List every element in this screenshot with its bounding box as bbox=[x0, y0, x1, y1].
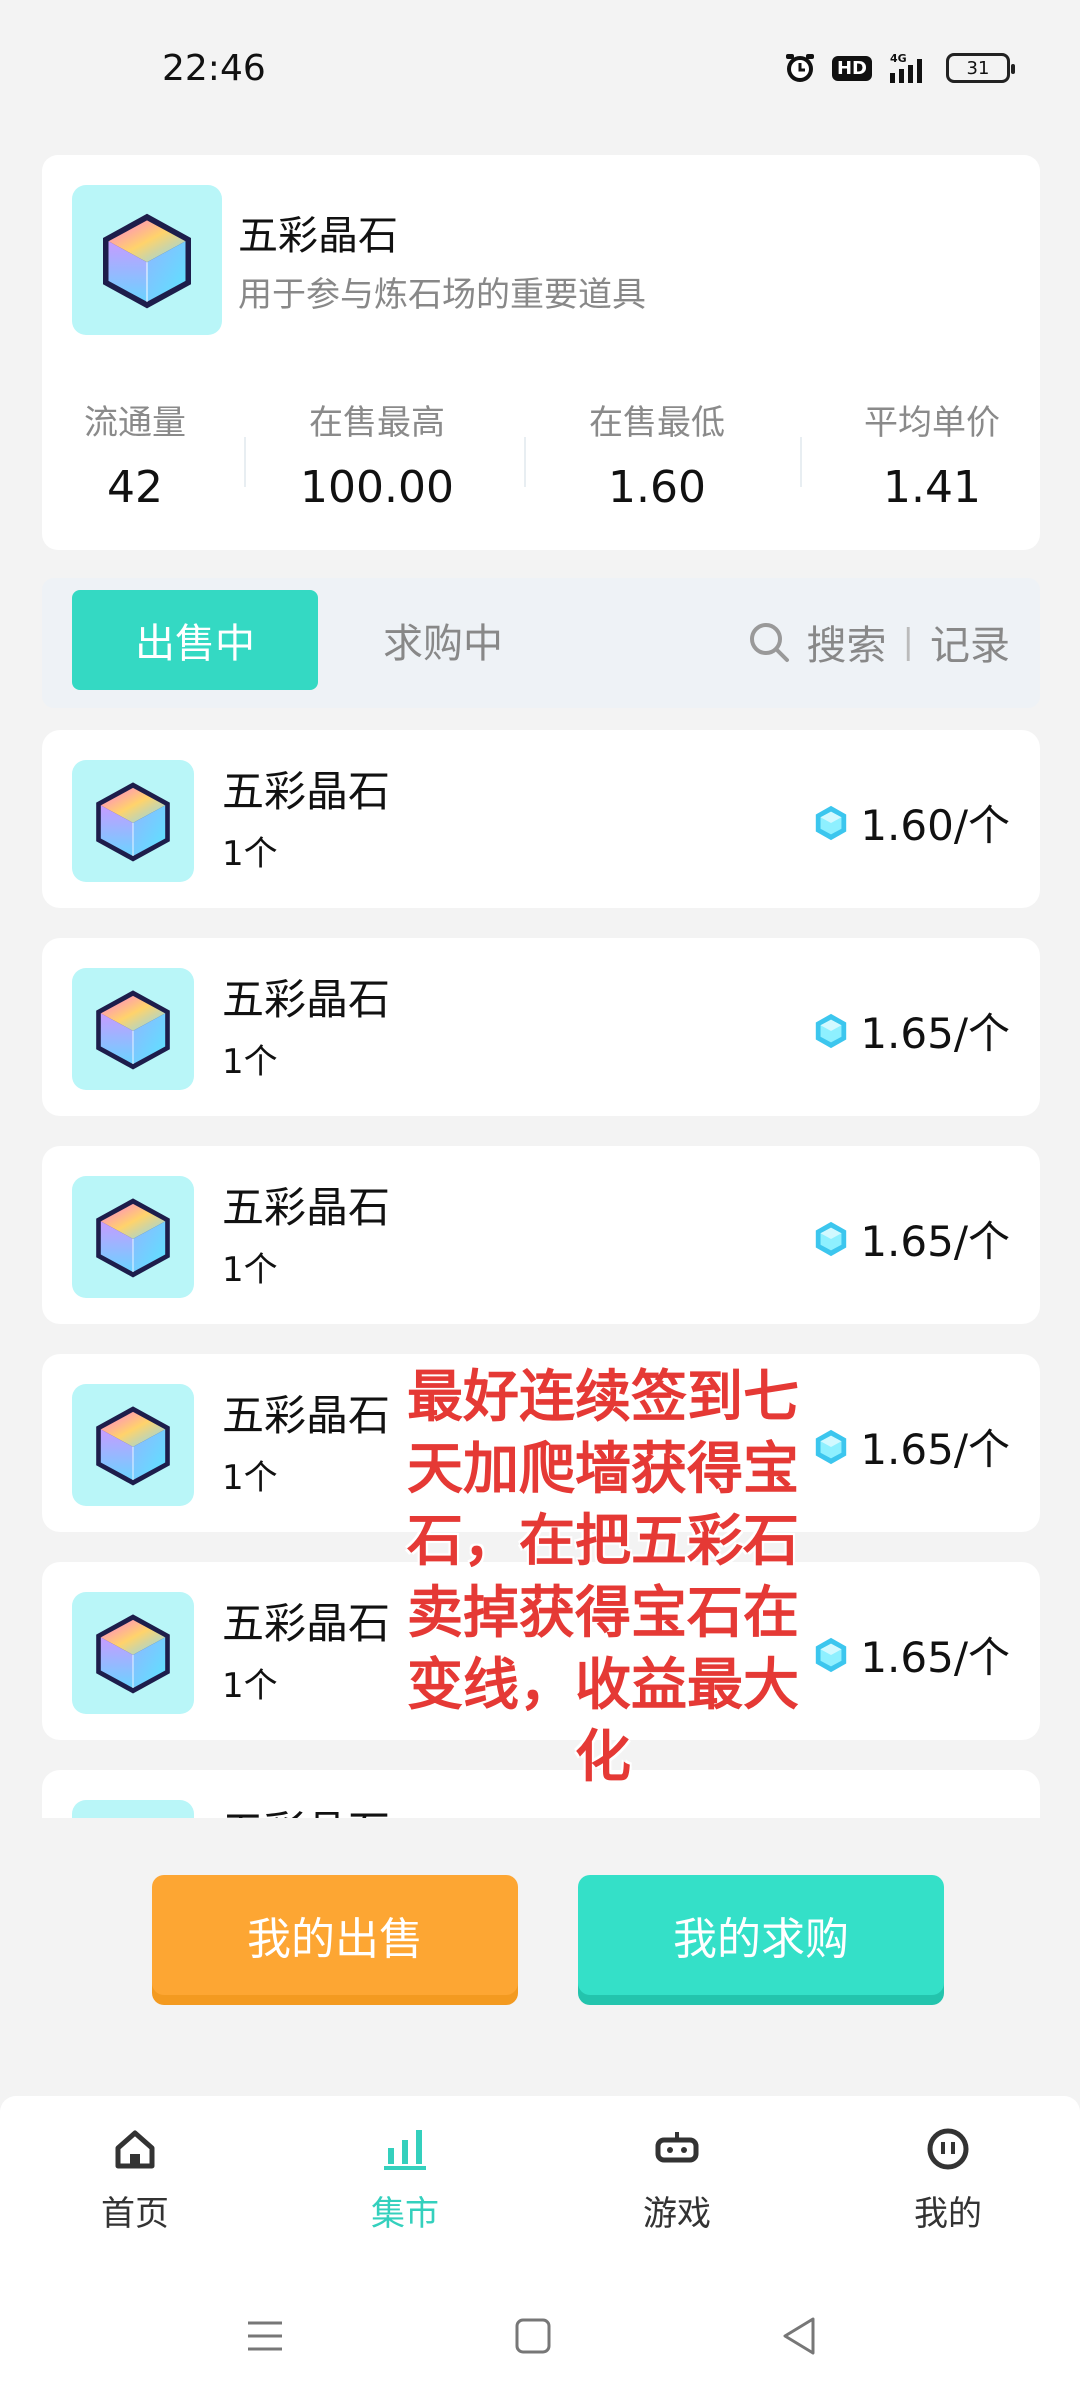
crystal-icon bbox=[72, 1176, 194, 1298]
alarm-icon bbox=[782, 50, 818, 86]
tab-buying[interactable]: 求购中 bbox=[320, 590, 566, 690]
crystal-icon bbox=[72, 760, 194, 882]
price-value: 1.65/个 bbox=[860, 1633, 1010, 1682]
divider bbox=[800, 437, 802, 487]
crystal-icon bbox=[72, 1800, 194, 1818]
system-nav-bar bbox=[0, 2266, 1080, 2400]
item-title: 五彩晶石 bbox=[238, 213, 398, 259]
listing-price: 1.65/个 bbox=[812, 1416, 1010, 1477]
listing-name: 五彩晶石 bbox=[222, 1599, 391, 1648]
nav-label: 我的 bbox=[914, 2194, 982, 2234]
gem-icon bbox=[812, 804, 850, 842]
nav-games[interactable]: 游戏 bbox=[617, 2124, 737, 2235]
stat-average: 平均单价 1.41 bbox=[852, 395, 1012, 513]
listing-qty: 1个 bbox=[222, 1666, 278, 1706]
stat-circulation: 流通量 42 bbox=[70, 395, 200, 513]
battery-icon: 31 bbox=[946, 53, 1015, 83]
stat-value: 1.60 bbox=[608, 462, 706, 513]
listing-price: 1.60/个 bbox=[812, 792, 1010, 853]
home-icon bbox=[110, 2124, 160, 2174]
tab-selling[interactable]: 出售中 bbox=[72, 590, 318, 690]
search-button[interactable]: 搜索 bbox=[807, 613, 887, 671]
search-records-area: 搜索 | 记录 bbox=[747, 602, 1010, 682]
stat-label: 流通量 bbox=[84, 403, 186, 443]
separator: | bbox=[902, 622, 914, 662]
listing-name: 五彩晶石 bbox=[222, 1798, 390, 1818]
status-icons: HD 4G 31 bbox=[782, 50, 1015, 86]
crystal-icon bbox=[72, 968, 194, 1090]
stat-highest: 在售最高 100.00 bbox=[297, 395, 457, 513]
divider bbox=[244, 437, 246, 487]
listing-name: 五彩晶石 bbox=[222, 1183, 391, 1232]
my-sell-button[interactable]: 我的出售 bbox=[152, 1875, 518, 1995]
tab-bar: 出售中 求购中 搜索 | 记录 bbox=[42, 578, 1040, 708]
gem-icon bbox=[812, 1636, 850, 1674]
listing-qty: 1个 bbox=[222, 1042, 278, 1082]
signal-icon: 4G bbox=[886, 50, 932, 86]
market-chart-icon bbox=[380, 2124, 430, 2174]
listing-price: 1.65/个 bbox=[812, 1208, 1010, 1269]
gem-icon bbox=[812, 1220, 850, 1258]
nav-market[interactable]: 集市 bbox=[345, 2124, 465, 2235]
stat-label: 平均单价 bbox=[864, 403, 1000, 443]
back-icon[interactable] bbox=[775, 2311, 825, 2361]
listing-item[interactable]: 五彩晶石 1个 1.65/个 bbox=[42, 938, 1040, 1116]
listing-price: 1.65/个 bbox=[812, 1624, 1010, 1685]
divider bbox=[524, 437, 526, 487]
profile-icon bbox=[923, 2124, 973, 2174]
listing-qty: 1个 bbox=[222, 1250, 278, 1290]
item-subtitle: 用于参与炼石场的重要道具 bbox=[238, 275, 646, 315]
my-buy-button[interactable]: 我的求购 bbox=[578, 1875, 944, 1995]
nav-home[interactable]: 首页 bbox=[75, 2124, 195, 2235]
price-value: 1.65/个 bbox=[860, 1425, 1010, 1474]
menu-icon[interactable] bbox=[240, 2311, 290, 2361]
stat-value: 100.00 bbox=[300, 462, 454, 513]
stat-value: 42 bbox=[107, 462, 163, 513]
status-time: 22:46 bbox=[162, 48, 266, 89]
listing-qty: 1个 bbox=[222, 1458, 278, 1498]
stat-value: 1.41 bbox=[883, 462, 981, 513]
stats-row: 流通量 42 在售最高 100.00 在售最低 1.60 平均单价 1.41 bbox=[42, 395, 1040, 515]
price-value: 1.65/个 bbox=[860, 1217, 1010, 1266]
crystal-icon bbox=[72, 185, 222, 335]
stat-lowest: 在售最低 1.60 bbox=[577, 395, 737, 513]
crystal-icon bbox=[72, 1384, 194, 1506]
battery-level: 31 bbox=[966, 57, 990, 79]
item-summary-card: 五彩晶石 用于参与炼石场的重要道具 流通量 42 在售最高 100.00 在售最… bbox=[42, 155, 1040, 550]
listing-item[interactable]: 五彩晶石 1个 1.60/个 bbox=[42, 730, 1040, 908]
status-bar: 22:46 HD 4G 31 bbox=[0, 0, 1080, 140]
price-value: 1.65/个 bbox=[860, 1009, 1010, 1058]
listing-qty: 1个 bbox=[222, 834, 278, 874]
nav-mine[interactable]: 我的 bbox=[888, 2124, 1008, 2235]
nav-label: 集市 bbox=[371, 2194, 439, 2234]
gem-icon bbox=[812, 1012, 850, 1050]
network-type: 4G bbox=[890, 52, 907, 65]
price-value: 1.60/个 bbox=[860, 801, 1010, 850]
bottom-nav: 首页 集市 游戏 我的 bbox=[0, 2096, 1080, 2266]
nav-label: 游戏 bbox=[643, 2194, 711, 2234]
overlay-tip-text: 最好连续签到七天加爬墙获得宝石，在把五彩石卖掉获得宝石在变线，收益最大化 bbox=[407, 1365, 799, 1790]
listing-name: 五彩晶石 bbox=[222, 1391, 391, 1440]
hd-badge: HD bbox=[831, 55, 872, 81]
stat-label: 在售最低 bbox=[589, 403, 725, 443]
home-square-icon[interactable] bbox=[508, 2311, 558, 2361]
listing-price: 1.65/个 bbox=[812, 1000, 1010, 1061]
stat-label: 在售最高 bbox=[309, 403, 445, 443]
search-icon[interactable] bbox=[747, 620, 791, 664]
game-robot-icon bbox=[652, 2124, 702, 2174]
records-button[interactable]: 记录 bbox=[930, 613, 1010, 671]
nav-label: 首页 bbox=[101, 2194, 169, 2234]
crystal-icon bbox=[72, 1592, 194, 1714]
listing-name: 五彩晶石 bbox=[222, 975, 391, 1024]
listing-name: 五彩晶石 bbox=[222, 767, 391, 816]
gem-icon bbox=[812, 1428, 850, 1466]
listing-item[interactable]: 五彩晶石 1个 1.65/个 bbox=[42, 1146, 1040, 1324]
